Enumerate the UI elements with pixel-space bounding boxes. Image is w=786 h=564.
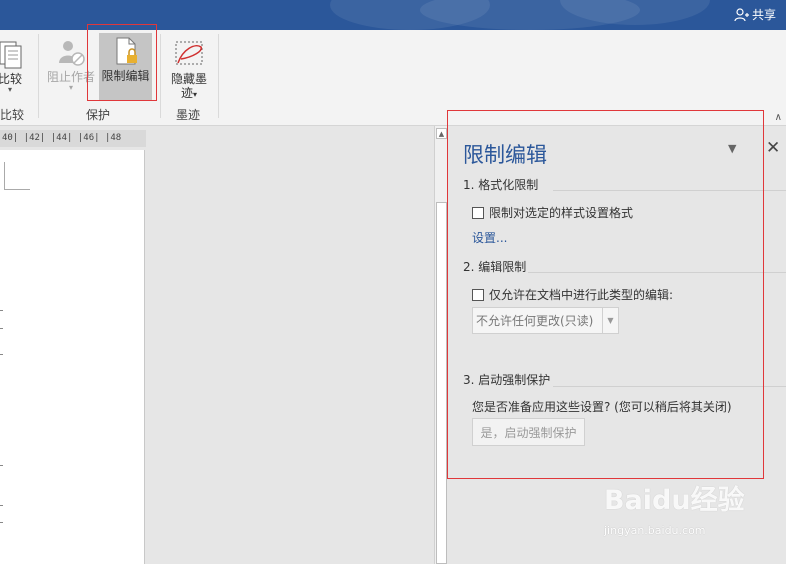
line-mark [0,505,3,506]
group-divider [160,34,161,118]
restrict-editing-icon [110,33,142,69]
settings-link[interactable]: 设置... [472,229,507,246]
title-bar: 共享 [0,0,786,30]
start-enforcing-button[interactable]: 是，启动强制保护 [472,418,585,446]
ribbon: 比较 ▾ 比较 阻止作者 ▾ 限制编辑 保护 隐藏墨 迹▾ 墨迹 ∧ [0,24,786,126]
section-divider [553,386,786,387]
hide-ink-label-line2: 迹 [180,86,193,100]
editing-checkbox-label: 仅允许在文档中进行此类型的编辑: [489,288,674,302]
block-authors-button[interactable]: 阻止作者 ▾ [44,34,98,92]
vertical-scrollbar[interactable]: ▲ [434,126,447,564]
formatting-checkbox[interactable] [472,206,484,219]
share-button[interactable]: 共享 [733,6,776,23]
section-enforce-heading: 3. 启动强制保护 [463,373,551,387]
pane-title: 限制编辑 [463,143,547,167]
section-divider [528,272,786,273]
pane-options-icon[interactable]: ▼ [728,142,736,155]
share-label: 共享 [751,8,776,22]
block-authors-icon [55,34,87,70]
watermark-logo: Baidu经验 [604,485,745,516]
restrict-editing-label: 限制编辑 [101,69,150,83]
restrict-editing-button[interactable]: 限制编辑 [99,33,152,101]
section-divider [553,190,786,191]
document-page[interactable] [0,150,145,564]
section-editing-heading: 2. 编辑限制 [463,260,527,274]
line-mark [0,354,3,355]
editing-checkbox[interactable] [472,288,484,301]
line-mark [0,328,3,329]
chevron-down-icon: ▼ [602,308,618,333]
compare-group-label: 比较 [0,108,25,122]
ink-group-label: 墨迹 [176,108,201,122]
line-mark [0,310,3,311]
editing-type-select[interactable]: 不允许任何更改(只读) ▼ [472,307,619,334]
person-add-icon [734,7,749,21]
collapse-ribbon-icon[interactable]: ∧ [775,112,782,123]
chevron-down-icon: ▾ [7,85,12,94]
margin-mark [4,162,30,190]
formatting-restriction-option[interactable]: 限制对选定的样式设置格式 [472,204,633,221]
close-icon[interactable]: ✕ [766,138,780,158]
line-mark [0,465,3,466]
compare-icon [0,36,26,72]
compare-button[interactable]: 比较 ▾ [0,36,26,94]
hide-ink-button[interactable]: 隐藏墨 迹▾ [166,36,212,102]
block-authors-label: 阻止作者 [46,70,95,84]
scroll-up-icon[interactable]: ▲ [436,128,447,139]
editing-restriction-option[interactable]: 仅允许在文档中进行此类型的编辑: [472,286,673,303]
group-divider [38,34,39,118]
editing-type-value: 不允许任何更改(只读) [476,314,594,328]
scroll-thumb[interactable] [436,202,447,564]
chevron-down-icon: ▾ [68,83,73,92]
enforce-question: 您是否准备应用这些设置? (您可以稍后将其关闭) [472,400,732,414]
protect-group-label: 保护 [86,108,111,122]
watermark: Baidu经验 jingyan.baidu.com [604,478,745,537]
hide-ink-label: 隐藏墨 迹▾ [170,72,207,100]
group-divider [218,34,219,118]
section-formatting-heading: 1. 格式化限制 [463,178,539,192]
horizontal-ruler: 40| |42| |44| |46| |48 [0,130,146,147]
hide-ink-label-line1: 隐藏墨 [170,72,207,86]
formatting-checkbox-label: 限制对选定的样式设置格式 [489,206,634,220]
line-mark [0,522,3,523]
hide-ink-icon [173,36,205,72]
compare-label: 比较 [0,72,22,86]
watermark-url: jingyan.baidu.com [604,524,706,537]
